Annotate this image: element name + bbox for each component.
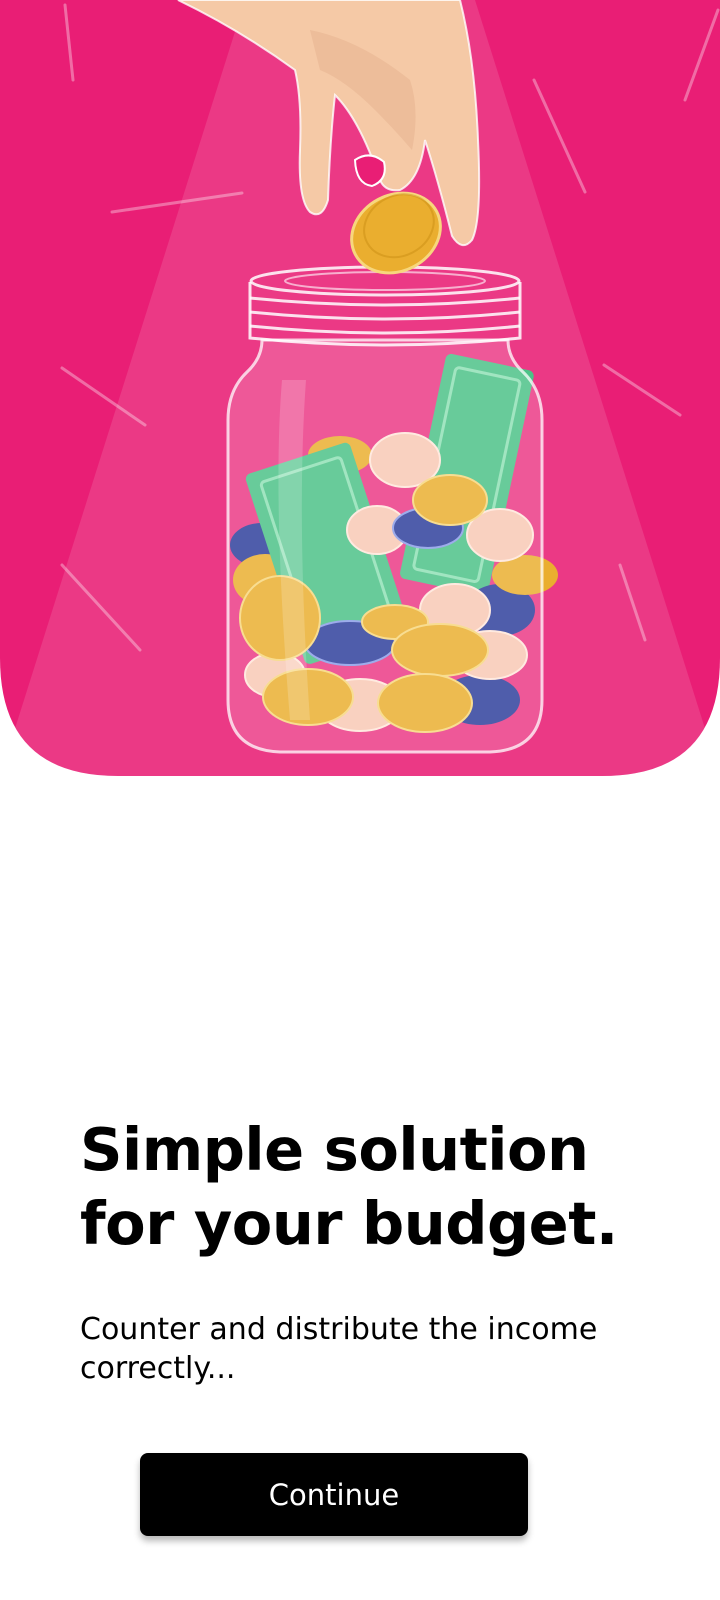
money-jar-icon (0, 0, 720, 776)
onboarding-screen: Simple solution for your budget. Counter… (0, 0, 720, 1600)
hero-illustration (0, 0, 720, 776)
continue-button[interactable]: Continue (140, 1453, 528, 1536)
page-subtitle: Counter and distribute the income correc… (80, 1312, 598, 1386)
page-title: Simple solution for your budget. (80, 1115, 618, 1258)
